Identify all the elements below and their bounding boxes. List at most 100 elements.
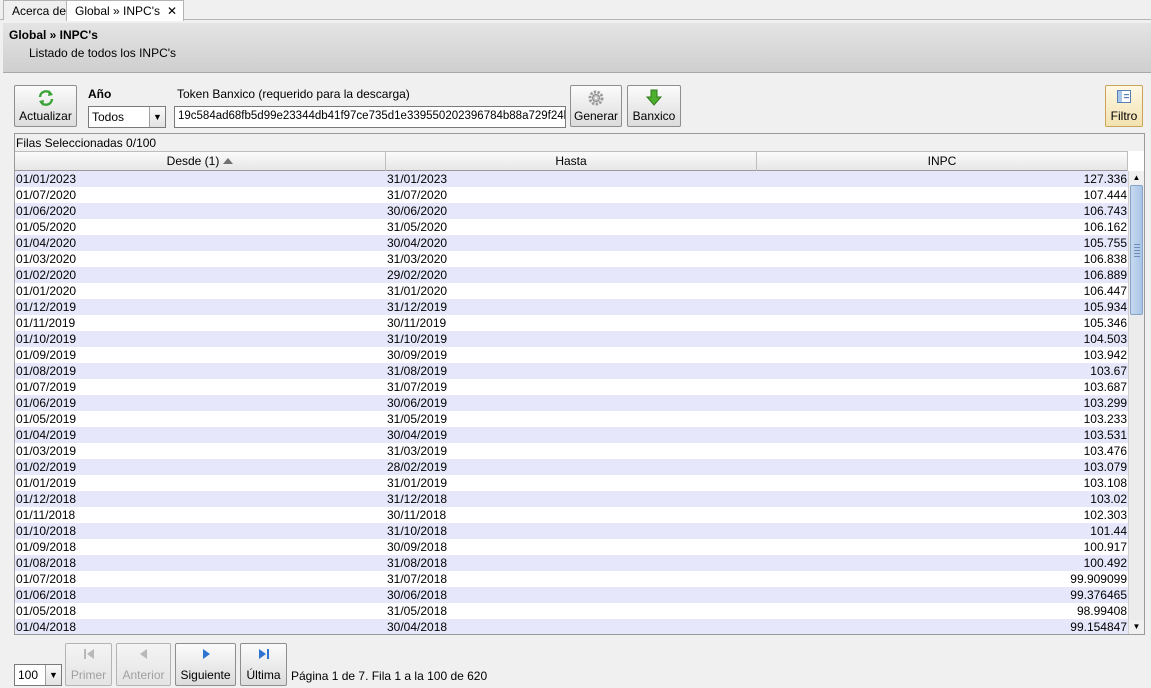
cell-hasta: 31/08/2019: [387, 364, 448, 378]
table-row[interactable]: 01/11/2018 30/11/2018 102.303: [15, 507, 1128, 523]
cell-desde: 01/05/2020: [16, 220, 77, 234]
cell-hasta: 30/06/2020: [387, 204, 448, 218]
generate-button[interactable]: Generar: [570, 85, 622, 127]
next-page-icon: [202, 649, 210, 659]
cell-inpc: 103.942: [1083, 348, 1127, 362]
cell-inpc: 127.336: [1083, 172, 1127, 186]
table-row[interactable]: 01/05/2019 31/05/2019 103.233: [15, 411, 1128, 427]
table-row[interactable]: 01/04/2018 30/04/2018 99.154847: [15, 619, 1128, 634]
tab-global-inpc[interactable]: Global » INPC's ✕: [66, 0, 185, 21]
table-row[interactable]: 01/02/2019 28/02/2019 103.079: [15, 459, 1128, 475]
chevron-down-icon[interactable]: ▼: [45, 665, 61, 685]
table-row[interactable]: 01/05/2018 31/05/2018 98.99408: [15, 603, 1128, 619]
cell-desde: 01/07/2018: [16, 572, 77, 586]
cell-inpc: 103.67: [1090, 364, 1127, 378]
download-arrow-icon: [645, 89, 663, 106]
cell-inpc: 104.503: [1083, 332, 1127, 346]
column-header-inpc[interactable]: INPC: [757, 152, 1128, 171]
page-header: Global » INPC's Listado de todos los INP…: [3, 23, 1151, 73]
table-row[interactable]: 01/12/2019 31/12/2019 105.934: [15, 299, 1128, 315]
token-input[interactable]: 19c584ad68fb5d99e23344db41f97ce735d1e339…: [174, 106, 566, 128]
table-row[interactable]: 01/08/2019 31/08/2019 103.67: [15, 363, 1128, 379]
cell-inpc: 106.889: [1083, 268, 1127, 282]
cell-hasta: 30/11/2019: [387, 316, 447, 330]
next-page-button[interactable]: Siguiente: [175, 643, 236, 686]
cell-desde: 01/12/2019: [16, 300, 77, 314]
filter-label: Filtro: [1110, 109, 1138, 123]
table-row[interactable]: 01/02/2020 29/02/2020 106.889: [15, 267, 1128, 283]
gear-icon: [588, 90, 604, 106]
scroll-down-icon[interactable]: ▼: [1129, 620, 1144, 634]
table-row[interactable]: 01/04/2020 30/04/2020 105.755: [15, 235, 1128, 251]
cell-hasta: 30/04/2020: [387, 236, 448, 250]
scroll-up-icon[interactable]: ▲: [1129, 171, 1144, 185]
page-subtitle: Listado de todos los INPC's: [29, 46, 177, 60]
column-header-hasta[interactable]: Hasta: [386, 152, 757, 171]
cell-desde: 01/06/2019: [16, 396, 77, 410]
vertical-scrollbar[interactable]: ▲ ▼: [1128, 171, 1144, 634]
table-row[interactable]: 01/03/2019 31/03/2019 103.476: [15, 443, 1128, 459]
table-row[interactable]: 01/11/2019 30/11/2019 105.346: [15, 315, 1128, 331]
table-row[interactable]: 01/01/2020 31/01/2020 106.447: [15, 283, 1128, 299]
cell-hasta: 30/04/2019: [387, 428, 448, 442]
cell-hasta: 31/12/2018: [387, 492, 448, 506]
table-row[interactable]: 01/04/2019 30/04/2019 103.531: [15, 427, 1128, 443]
cell-inpc: 100.917: [1083, 540, 1127, 554]
tab-acerca-de[interactable]: Acerca de: [3, 0, 74, 20]
cell-desde: 01/01/2019: [16, 476, 77, 490]
cell-inpc: 106.162: [1083, 220, 1127, 234]
cell-inpc: 103.687: [1083, 380, 1127, 394]
table-row[interactable]: 01/07/2018 31/07/2018 99.909099: [15, 571, 1128, 587]
cell-hasta: 30/06/2018: [387, 588, 448, 602]
first-page-label: Primer: [70, 668, 107, 682]
cell-inpc: 106.743: [1083, 204, 1127, 218]
table-row[interactable]: 01/09/2019 30/09/2019 103.942: [15, 347, 1128, 363]
chevron-down-icon[interactable]: ▼: [149, 107, 165, 127]
scroll-thumb[interactable]: [1130, 185, 1143, 315]
table-row[interactable]: 01/10/2018 31/10/2018 101.44: [15, 523, 1128, 539]
refresh-button[interactable]: Actualizar: [14, 85, 77, 127]
page-size-select[interactable]: 100 ▼: [14, 664, 62, 686]
banxico-download-button[interactable]: Banxico: [627, 85, 681, 127]
tab-label: Global » INPC's: [75, 4, 160, 18]
cell-hasta: 31/12/2019: [387, 300, 448, 314]
cell-inpc: 103.531: [1083, 428, 1127, 442]
table-row[interactable]: 01/09/2018 30/09/2018 100.917: [15, 539, 1128, 555]
table-row[interactable]: 01/12/2018 31/12/2018 103.02: [15, 491, 1128, 507]
table-row[interactable]: 01/10/2019 31/10/2019 104.503: [15, 331, 1128, 347]
table-row[interactable]: 01/01/2019 31/01/2019 103.108: [15, 475, 1128, 491]
last-page-button[interactable]: Última: [240, 643, 287, 686]
cell-hasta: 31/08/2018: [387, 556, 448, 570]
cell-desde: 01/11/2018: [16, 508, 76, 522]
first-page-button[interactable]: Primer: [65, 643, 112, 686]
sort-ascending-icon: [223, 158, 234, 164]
cell-hasta: 31/07/2019: [387, 380, 448, 394]
table-row[interactable]: 01/05/2020 31/05/2020 106.162: [15, 219, 1128, 235]
cell-hasta: 31/10/2019: [387, 332, 448, 346]
table-row[interactable]: 01/03/2020 31/03/2020 106.838: [15, 251, 1128, 267]
table-row[interactable]: 01/06/2018 30/06/2018 99.376465: [15, 587, 1128, 603]
close-icon[interactable]: ✕: [167, 4, 177, 18]
cell-desde: 01/07/2019: [16, 380, 77, 394]
cell-desde: 01/03/2020: [16, 252, 77, 266]
cell-hasta: 30/11/2018: [387, 508, 447, 522]
cell-desde: 01/04/2019: [16, 428, 77, 442]
cell-desde: 01/08/2018: [16, 556, 77, 570]
table-row[interactable]: 01/07/2020 31/07/2020 107.444: [15, 187, 1128, 203]
filter-button[interactable]: Filtro: [1105, 85, 1143, 127]
table-row[interactable]: 01/06/2019 30/06/2019 103.299: [15, 395, 1128, 411]
cell-hasta: 31/07/2020: [387, 188, 448, 202]
cell-inpc: 101.44: [1090, 524, 1127, 538]
table-row[interactable]: 01/07/2019 31/07/2019 103.687: [15, 379, 1128, 395]
previous-page-button[interactable]: Anterior: [116, 643, 171, 686]
table-row[interactable]: 01/08/2018 31/08/2018 100.492: [15, 555, 1128, 571]
table-row[interactable]: 01/01/2023 31/01/2023 127.336: [15, 171, 1128, 187]
cell-desde: 01/12/2018: [16, 492, 77, 506]
generate-label: Generar: [573, 109, 619, 123]
table-row[interactable]: 01/06/2020 30/06/2020 106.743: [15, 203, 1128, 219]
cell-inpc: 105.934: [1083, 300, 1127, 314]
column-header-label: Hasta: [555, 154, 587, 168]
year-select[interactable]: Todos ▼: [88, 106, 166, 128]
cell-hasta: 31/05/2020: [387, 220, 448, 234]
column-header-desde[interactable]: Desde (1): [15, 152, 386, 171]
